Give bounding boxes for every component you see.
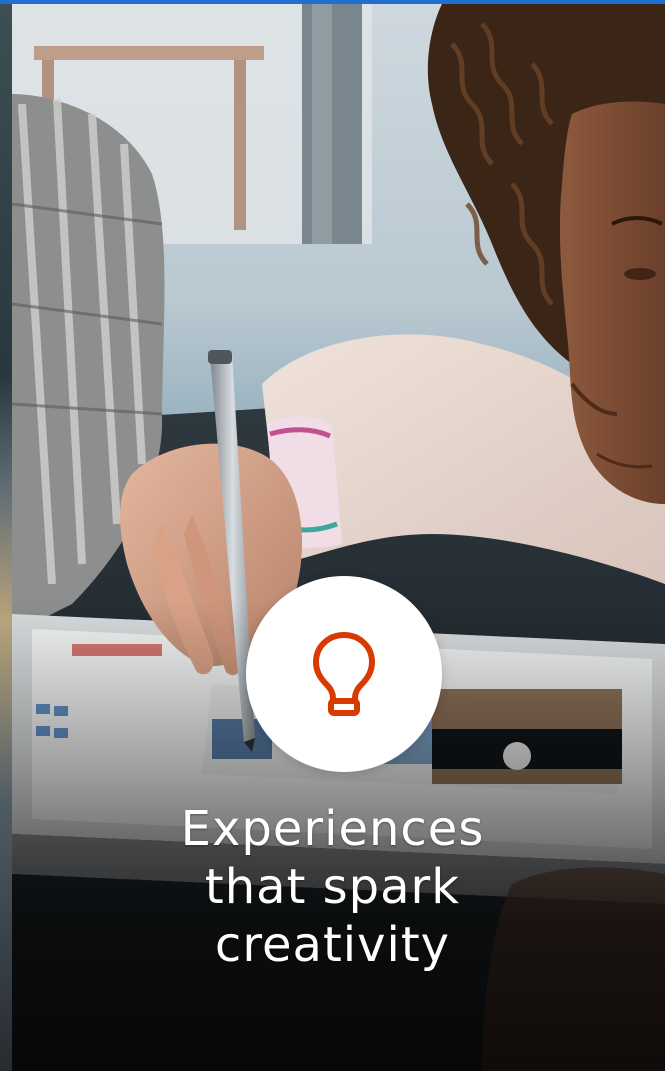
headline-line-2: that spark	[204, 859, 461, 915]
icon-badge	[246, 576, 442, 772]
promo-headline: Experiences that spark creativity	[0, 800, 665, 974]
lightbulb-icon	[313, 632, 375, 716]
headline-line-3: creativity	[214, 917, 451, 973]
promo-card[interactable]: Experiences that spark creativity	[0, 0, 665, 1071]
top-accent-bar	[0, 0, 665, 4]
headline-line-1: Experiences	[180, 801, 485, 857]
